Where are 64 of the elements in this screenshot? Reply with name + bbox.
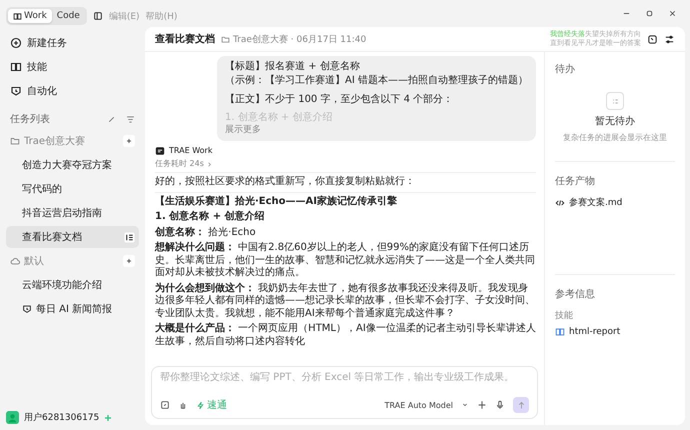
cloud-icon — [10, 256, 20, 266]
message-text: （示例：【学习工作赛道】AI 错题本——拍照自动整理孩子的错题） — [225, 74, 528, 87]
subsection-title: 技能 — [555, 310, 574, 322]
task-item[interactable]: 抖音运营启动指南 — [6, 202, 139, 224]
microphone-icon — [495, 400, 505, 410]
arrow-up-icon — [516, 400, 526, 410]
reply-heading: 【生活娱乐赛道】拾光·Echo——AI家族记忆传承引擎 — [155, 196, 398, 208]
task-item[interactable]: 写代码的 — [6, 178, 139, 200]
folder-icon — [221, 34, 230, 44]
agent-name: TRAE Work — [169, 146, 212, 156]
list-icon — [124, 232, 135, 242]
add-button[interactable] — [123, 135, 135, 147]
dots-icon — [610, 96, 620, 106]
reply-paragraph: 大概是什么产品： 一个网页应用（HTML），AI像一位温柔的记者主动引导长辈讲述人生故事，然后自动将口述内容转化 — [155, 323, 536, 348]
nav-item[interactable]: 技能 — [6, 56, 139, 78]
task-item[interactable]: 查看比赛文档 — [6, 226, 139, 248]
code-icon — [555, 198, 565, 208]
mode-tab[interactable]: Work — [8, 9, 52, 23]
section-title: 任务产物 — [555, 174, 596, 188]
task-item[interactable]: 创造力大赛夺冠方案 — [6, 154, 139, 176]
book-icon — [10, 61, 22, 73]
add-button[interactable] — [123, 255, 135, 267]
nav-item[interactable]: 自动化 — [6, 80, 139, 102]
reply-text: 好的，按照社区要求的格式重新写，你直接复制粘贴就行： — [155, 176, 536, 193]
book-icon — [555, 327, 565, 337]
reply-paragraph: 想解决什么问题： 中国有2.8亿60岁以上的老人，但99%的家庭没有留下任何口述历史。长辈离世后，他们一生的故事、智慧和记忆就永远消失了——这是一个全人类共同面对却从未被技术解决过的痛点。 — [155, 242, 536, 280]
restore-icon — [645, 9, 654, 18]
task-item[interactable]: 每日 AI 新闻简报 — [6, 298, 139, 320]
shield-clock-icon — [10, 85, 22, 97]
filter-icon — [126, 114, 135, 124]
new-task-icon — [10, 37, 22, 49]
reply-heading: 1. 创意名称 + 创意介绍 — [155, 211, 266, 224]
shield-clock-icon — [22, 304, 32, 314]
section-title: 参考信息 — [555, 288, 596, 301]
empty-hint: 复杂任务的进展会显示在这里 — [563, 132, 667, 143]
model-selector[interactable]: TRAE Auto Model — [384, 400, 453, 410]
nav-item[interactable]: 新建任务 — [6, 32, 139, 54]
book-icon — [13, 12, 22, 20]
reply-paragraph: 创意名称： 拾光·Echo — [155, 226, 257, 240]
avatar-icon[interactable] — [6, 411, 19, 424]
section-title: 待办 — [555, 62, 576, 76]
breadcrumb: Trae创意大赛 · 06月17日 11:40 — [233, 34, 366, 46]
plus-icon — [125, 137, 133, 145]
sidebar-icon — [92, 11, 103, 21]
task-duration[interactable]: 任务耗时 24s — [155, 159, 204, 170]
close-icon — [668, 9, 677, 18]
mode-tab[interactable]: Code — [52, 9, 85, 23]
task-item[interactable]: 云端环境功能介绍 — [6, 274, 139, 296]
chevron-right-icon — [206, 160, 213, 168]
bolt-icon — [196, 400, 205, 410]
section-title: 任务列表 — [10, 112, 50, 126]
plus-icon — [125, 257, 133, 265]
caret-icon — [461, 401, 469, 409]
empty-title: 暂无待办 — [595, 114, 635, 128]
skill-link[interactable]: html-report — [569, 327, 620, 337]
reply-paragraph: 为什么会想到做这个： 我奶奶去年去世了，她有很多故事我还没来得及听。我发现身边很多年轻人都有同样的遗憾——想记录长辈的故事，但长辈不会打字、子女没时间、专业团队太贵。我就想，能不能用AI来帮每个普通家庭完成这件事？ — [155, 282, 536, 320]
chat-icon — [155, 146, 165, 156]
task-title: 查看比赛文档 — [155, 32, 215, 46]
folder-icon — [10, 136, 20, 146]
file-link[interactable]: 参赛文案.md — [569, 196, 622, 209]
message-text: 【正文】不少于 100 字，至少包含以下 4 个部分： — [225, 94, 454, 106]
settings-icon — [664, 34, 675, 44]
message-text: 【标题】报名赛道 + 创意名称 — [225, 61, 361, 74]
user-name[interactable]: 用户6281306175 — [24, 411, 100, 424]
